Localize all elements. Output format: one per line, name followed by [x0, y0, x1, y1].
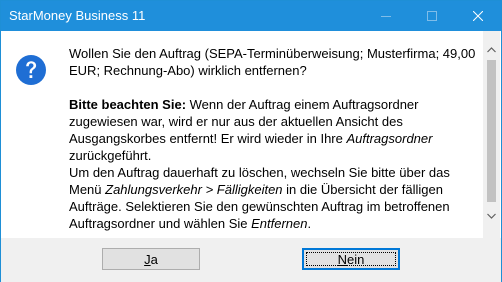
- dialog-window: StarMoney Business 11 Wollen Sie den Auf…: [0, 0, 502, 282]
- scroll-up-button[interactable]: [483, 41, 500, 58]
- question-text: Wollen Sie den Auftrag (SEPA-Terminüberw…: [69, 46, 476, 78]
- title-bar[interactable]: StarMoney Business 11: [1, 1, 501, 31]
- message-text: Wollen Sie den Auftrag (SEPA-Terminüberw…: [69, 45, 479, 232]
- chevron-up-icon: [487, 46, 496, 52]
- maximize-button[interactable]: [409, 1, 455, 31]
- focus-rectangle: [306, 252, 396, 266]
- menu-path: Zahlungsverkehr > Fälligkeiten: [105, 182, 283, 197]
- remove-command: Entfernen: [251, 216, 308, 231]
- yes-label-rest: a: [150, 251, 158, 267]
- minimize-button[interactable]: [363, 1, 409, 31]
- no-button[interactable]: Nein: [302, 248, 400, 270]
- close-icon: [473, 11, 483, 21]
- vertical-scrollbar[interactable]: [483, 31, 500, 238]
- chevron-down-icon: [487, 213, 496, 219]
- message-area: Wollen Sie den Auftrag (SEPA-Terminüberw…: [1, 31, 501, 238]
- delete-text-3: .: [307, 216, 312, 231]
- note-label: Bitte beachten Sie:: [69, 97, 187, 112]
- minimize-icon: [381, 16, 391, 17]
- note-paragraph: Bitte beachten Sie: Wenn der Auftrag ein…: [69, 96, 479, 164]
- delete-instructions: Um den Auftrag dauerhaft zu löschen, wec…: [69, 164, 479, 232]
- maximize-icon: [427, 11, 437, 21]
- note-text-2: zurückgeführt.: [69, 148, 152, 163]
- close-button[interactable]: [455, 1, 501, 31]
- window-title: StarMoney Business 11: [9, 8, 146, 23]
- question-icon: [16, 55, 46, 85]
- button-bar: Ja Nein: [1, 238, 501, 282]
- scroll-thumb[interactable]: [487, 60, 496, 202]
- scroll-down-button[interactable]: [483, 207, 500, 224]
- note-folder-term: Auftragsordner: [346, 131, 433, 146]
- yes-button[interactable]: Ja: [102, 248, 200, 270]
